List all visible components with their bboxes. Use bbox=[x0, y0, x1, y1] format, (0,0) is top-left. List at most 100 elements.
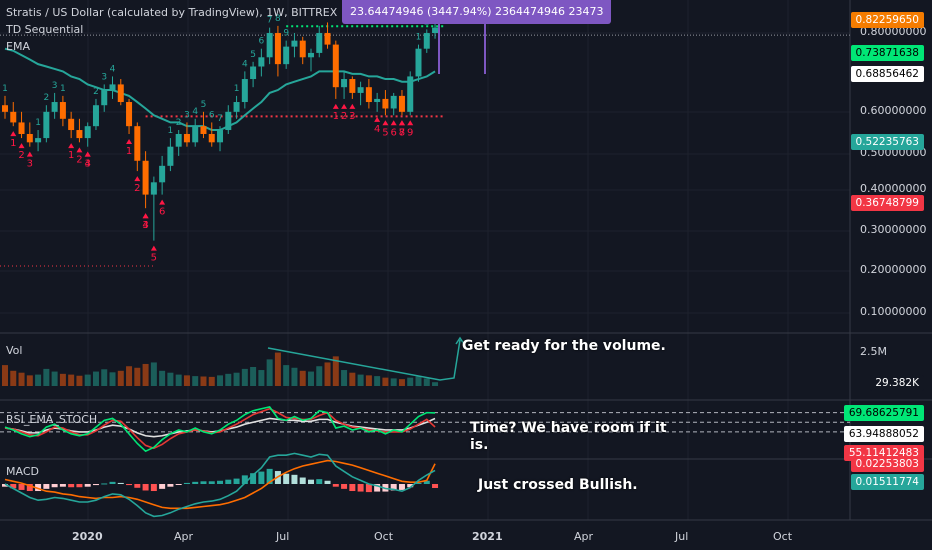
volume-pane-label[interactable]: Vol bbox=[6, 344, 22, 357]
td-sequential-legend[interactable]: TD Sequential bbox=[6, 23, 83, 36]
candle-body bbox=[68, 118, 75, 131]
candle-body bbox=[10, 111, 17, 123]
macd-histogram-bar bbox=[150, 484, 157, 492]
candle-body bbox=[92, 105, 99, 127]
volume-bar bbox=[208, 376, 215, 386]
tradingview-chart[interactable]: 1231 2 341234561 2 34 5 6 78 91123 1 234123 456 7145… bbox=[0, 0, 932, 550]
macd-pane-label[interactable]: MACD bbox=[6, 465, 39, 478]
td-buy-count: 1 bbox=[333, 111, 339, 122]
macd-histogram-bar bbox=[126, 484, 133, 486]
td-sell-count: 6 bbox=[259, 37, 265, 47]
volume-bar bbox=[51, 371, 58, 386]
td-buy-count: 6 bbox=[391, 127, 397, 138]
candle-body bbox=[250, 66, 257, 80]
td-sell-count: 1 bbox=[234, 84, 240, 94]
macd-label-macd: 0.01511774 bbox=[850, 474, 924, 490]
td-buy-count: 8 bbox=[399, 127, 405, 138]
ema-legend[interactable]: EMA bbox=[6, 40, 30, 53]
macd-histogram-bar bbox=[349, 484, 356, 492]
macd-histogram-bar bbox=[101, 483, 108, 485]
td-buy-arrow bbox=[126, 138, 133, 144]
macd-histogram-bar bbox=[109, 481, 116, 484]
td-sell-count: 4 bbox=[242, 59, 248, 69]
candle-body bbox=[59, 102, 66, 119]
td-buy-arrow bbox=[10, 131, 17, 137]
volume-bar bbox=[142, 363, 149, 386]
td-buy-count: 2 bbox=[341, 111, 347, 122]
candle-body bbox=[18, 122, 25, 134]
td-buy-arrow bbox=[349, 103, 356, 109]
td-sell-count: 1 bbox=[60, 84, 66, 94]
td-sell-count: 1 bbox=[168, 126, 174, 136]
macd-histogram-bar bbox=[117, 482, 124, 484]
macd-histogram-bar bbox=[208, 481, 215, 484]
rsi-label-white: 63.94888052 bbox=[843, 426, 924, 442]
td-sell-count: 3 bbox=[52, 81, 58, 91]
volume-bar bbox=[374, 376, 381, 386]
macd-histogram-bar bbox=[357, 484, 364, 492]
td-buy-arrow bbox=[341, 103, 348, 109]
td-buy-arrow bbox=[159, 199, 166, 205]
volume-bar bbox=[283, 365, 290, 386]
td-buy-arrow bbox=[134, 176, 141, 182]
rsi-annotation-line1: Time? We have room if it bbox=[470, 420, 667, 436]
candle-body bbox=[432, 27, 439, 34]
td-sell-count: 6 bbox=[209, 110, 215, 120]
volume-bar bbox=[134, 367, 141, 386]
time-tick: Oct bbox=[773, 530, 793, 543]
rsi-pane-label[interactable]: RSI_EMA_STOCH bbox=[6, 413, 97, 426]
candle-body bbox=[117, 84, 124, 103]
volume-bar bbox=[200, 376, 207, 386]
candle-body bbox=[167, 146, 174, 166]
candle-body bbox=[365, 87, 372, 103]
macd-histogram-bar bbox=[324, 480, 331, 484]
macd-histogram-bar bbox=[76, 484, 83, 488]
td-buy-count: 4 bbox=[374, 124, 380, 135]
candle-body bbox=[299, 40, 306, 58]
td-buy-count: 2 bbox=[18, 150, 24, 161]
volume-bar bbox=[126, 366, 133, 386]
candle-body bbox=[192, 126, 199, 143]
volume-bar bbox=[324, 362, 331, 386]
macd-histogram-bar bbox=[43, 484, 50, 489]
candle-body bbox=[332, 44, 339, 88]
volume-bar bbox=[2, 365, 8, 386]
macd-histogram-bar bbox=[51, 484, 58, 488]
macd-histogram-bar bbox=[258, 471, 265, 484]
td-sell-count: 1 bbox=[416, 33, 422, 43]
candle-body bbox=[225, 111, 232, 131]
volume-bar bbox=[365, 375, 372, 386]
td-sell-count: 2 bbox=[43, 93, 49, 103]
candle-body bbox=[233, 102, 240, 112]
candle-body bbox=[316, 33, 323, 53]
td-buy-count: 4 bbox=[85, 159, 91, 170]
macd-histogram-bar bbox=[217, 480, 224, 484]
td-buy-count: 5 bbox=[151, 253, 157, 264]
macd-histogram-bar bbox=[200, 481, 207, 484]
volume-bar bbox=[159, 370, 166, 386]
candle-body bbox=[109, 84, 116, 91]
macd-histogram-bar bbox=[341, 484, 348, 489]
price-tick: 0.40000000 bbox=[860, 182, 927, 195]
candle-body bbox=[241, 79, 248, 103]
time-tick: Apr bbox=[174, 530, 194, 543]
candle-body bbox=[84, 126, 91, 139]
volume-bar bbox=[225, 373, 232, 386]
candle-body bbox=[26, 133, 33, 143]
td-sell-count: 2 bbox=[93, 87, 99, 97]
volume-label: 29.382K bbox=[870, 375, 924, 391]
volume-bar bbox=[258, 370, 265, 386]
td-sell-count: 4 bbox=[110, 64, 116, 74]
volume-bar bbox=[101, 369, 108, 386]
time-tick: Oct bbox=[374, 530, 394, 543]
td-buy-arrow bbox=[142, 213, 149, 219]
volume-bar bbox=[109, 372, 116, 386]
volume-bar bbox=[92, 371, 99, 386]
candle-body bbox=[175, 133, 182, 147]
volume-bar bbox=[241, 368, 248, 386]
candle-body bbox=[415, 48, 422, 77]
candle-body bbox=[150, 182, 157, 195]
candle-body bbox=[76, 130, 83, 139]
time-tick: Apr bbox=[574, 530, 594, 543]
td-buy-count: 3 bbox=[349, 111, 355, 122]
